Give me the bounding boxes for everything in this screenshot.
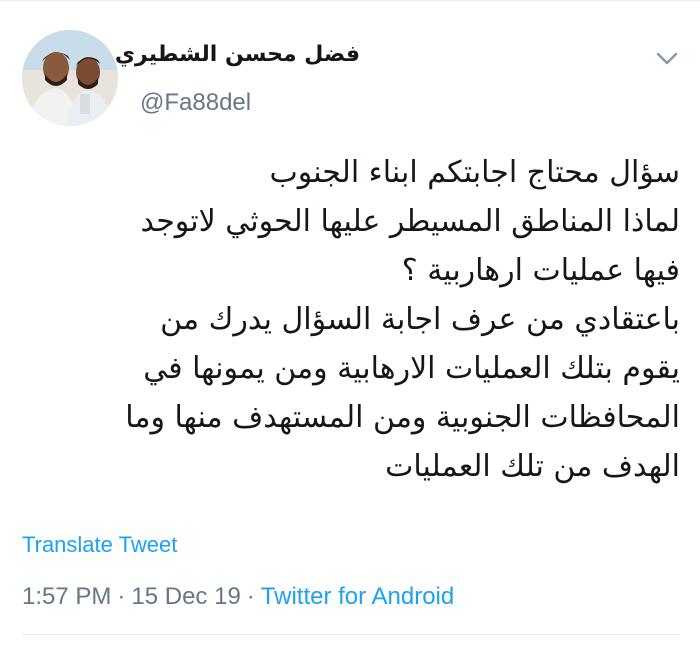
chevron-down-icon	[656, 52, 678, 65]
top-divider	[0, 0, 700, 1]
tweet-metadata: 1:57 PM · 15 Dec 19 · Twitter for Android	[22, 582, 454, 612]
meta-separator: ·	[246, 583, 255, 610]
author-handle[interactable]: @Fa88del	[140, 88, 251, 118]
tweet-time: 1:57 PM	[22, 583, 112, 610]
translate-tweet-link[interactable]: Translate Tweet	[22, 531, 177, 559]
profile-photo-icon	[22, 30, 118, 126]
meta-separator: ·	[117, 583, 126, 610]
tweet-line: لماذا المناطق المسيطر عليها الحوثي لاتوج…	[140, 204, 680, 239]
tweet-line: يقوم بتلك العمليات الارهابية ومن يمونها …	[143, 351, 680, 386]
tweet-source-link[interactable]: Twitter for Android	[261, 583, 454, 610]
bottom-divider	[22, 634, 680, 635]
author-avatar[interactable]	[22, 30, 118, 126]
tweet-line: الهدف من تلك العمليات	[385, 449, 680, 484]
tweet-line: باعتقادي من عرف اجابة السؤال يدرك من	[160, 302, 680, 337]
tweet-line: المحافظات الجنوبية ومن المستهدف منها وما	[125, 400, 680, 435]
tweet-line: فيها عمليات ارهاربية ؟	[401, 253, 680, 288]
tweet-menu-button[interactable]	[650, 44, 684, 74]
tweet-line: سؤال محتاج اجابتكم ابناء الجنوب	[269, 155, 680, 190]
tweet-date: 15 Dec 19	[131, 583, 241, 610]
author-display-name[interactable]: فضل محسن الشطيري	[115, 40, 360, 70]
tweet-text: سؤال محتاج اجابتكم ابناء الجنوب لماذا ال…	[20, 148, 680, 491]
